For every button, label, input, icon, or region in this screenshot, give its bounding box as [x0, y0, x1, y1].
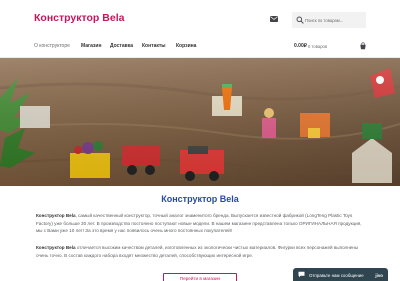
nav-item-cart[interactable]: Корзина — [176, 43, 196, 49]
cart-count[interactable]: 0 товаров — [308, 44, 327, 49]
brand-name-emphasis: Конструктор Bela — [36, 245, 76, 250]
toys-on-wood-photo — [0, 58, 400, 186]
nav-item-about[interactable]: О конструкторе — [34, 43, 70, 49]
chat-label: Отправьте нам сообщение — [309, 272, 364, 278]
quality-paragraph-text: отличается высоким качеством деталей, из… — [36, 245, 359, 258]
nav-item-delivery[interactable]: Доставка — [110, 43, 133, 49]
quality-paragraph: Конструктор Bela отличается высоким каче… — [36, 244, 366, 259]
brand-name-emphasis: Конструктор Bela — [36, 213, 76, 218]
chat-brand-logo: jivo — [375, 272, 383, 278]
nav-item-shop[interactable]: Магазин — [81, 43, 102, 49]
intro-paragraph-text: , самый качественный конструктор, точный… — [36, 213, 362, 234]
cart-icon[interactable] — [359, 42, 367, 50]
search-input[interactable] — [305, 14, 363, 26]
page-title: Конструктор Bela — [161, 194, 239, 204]
hero-image — [0, 58, 400, 186]
go-to-shop-button[interactable]: Перейти в магазин — [163, 273, 237, 281]
search-icon — [296, 16, 304, 24]
nav-item-contacts[interactable]: Контакты — [142, 43, 166, 49]
mail-icon[interactable] — [270, 16, 278, 22]
chat-icon — [298, 271, 305, 278]
search-box — [292, 12, 366, 28]
chat-widget[interactable]: Отправьте нам сообщение jivo — [293, 268, 388, 281]
site-title[interactable]: Конструктор Bela — [34, 12, 124, 24]
cart-total[interactable]: 0.00₽ — [294, 43, 307, 49]
site-header: Конструктор Bela О конструкторе Магазин … — [0, 0, 400, 60]
intro-paragraph: Конструктор Bela, самый качественный кон… — [36, 212, 366, 235]
